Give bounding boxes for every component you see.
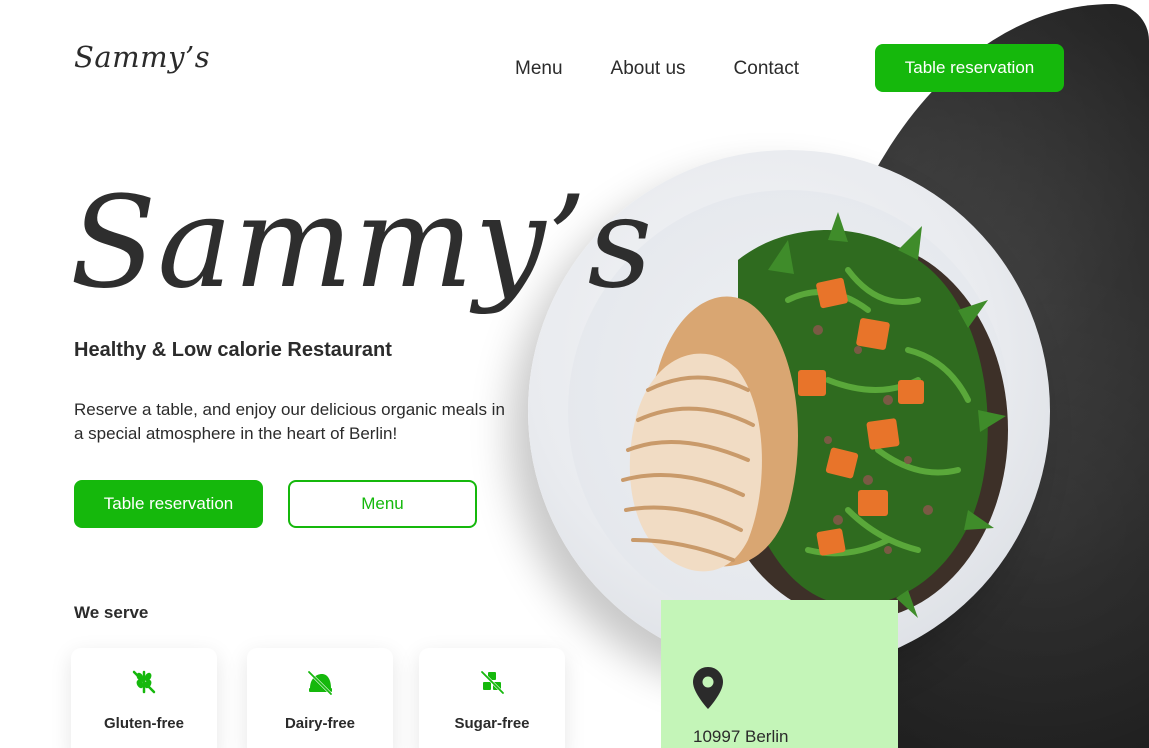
location-text: 10997 Berlin <box>693 727 789 746</box>
header-table-reservation-button[interactable]: Table reservation <box>875 44 1064 92</box>
logo[interactable]: Sammy’s <box>74 40 210 74</box>
we-serve-heading: We serve <box>74 603 149 622</box>
gluten-free-icon <box>132 670 156 694</box>
hero-description: Reserve a table, and enjoy our delicious… <box>74 400 505 443</box>
serve-card-sugar-free: Sugar-free <box>419 648 565 748</box>
nav-link-contact[interactable]: Contact <box>734 58 799 80</box>
serve-label: Sugar-free <box>454 715 530 732</box>
hero-title: Sammy’s <box>70 169 654 316</box>
serve-label: Gluten-free <box>103 715 184 732</box>
main-nav: Menu About us Contact <box>515 58 847 80</box>
table-reservation-button[interactable]: Table reservation <box>74 480 263 528</box>
serve-card-gluten-free: Gluten-free <box>71 648 217 748</box>
hero-subtitle: Healthy & Low calorie Restaurant <box>74 339 392 361</box>
nav-link-menu[interactable]: Menu <box>515 58 563 80</box>
serve-card-dairy-free: Dairy-free <box>247 648 393 748</box>
menu-button[interactable]: Menu <box>288 480 477 528</box>
serve-label: Dairy-free <box>284 715 356 732</box>
nav-link-about-us[interactable]: About us <box>611 58 686 80</box>
location-pin-icon <box>693 667 723 709</box>
dairy-free-icon <box>307 670 333 696</box>
sugar-free-icon <box>480 670 505 695</box>
landing-page: Sammy’s Menu About us Contact Table rese… <box>0 0 1149 748</box>
